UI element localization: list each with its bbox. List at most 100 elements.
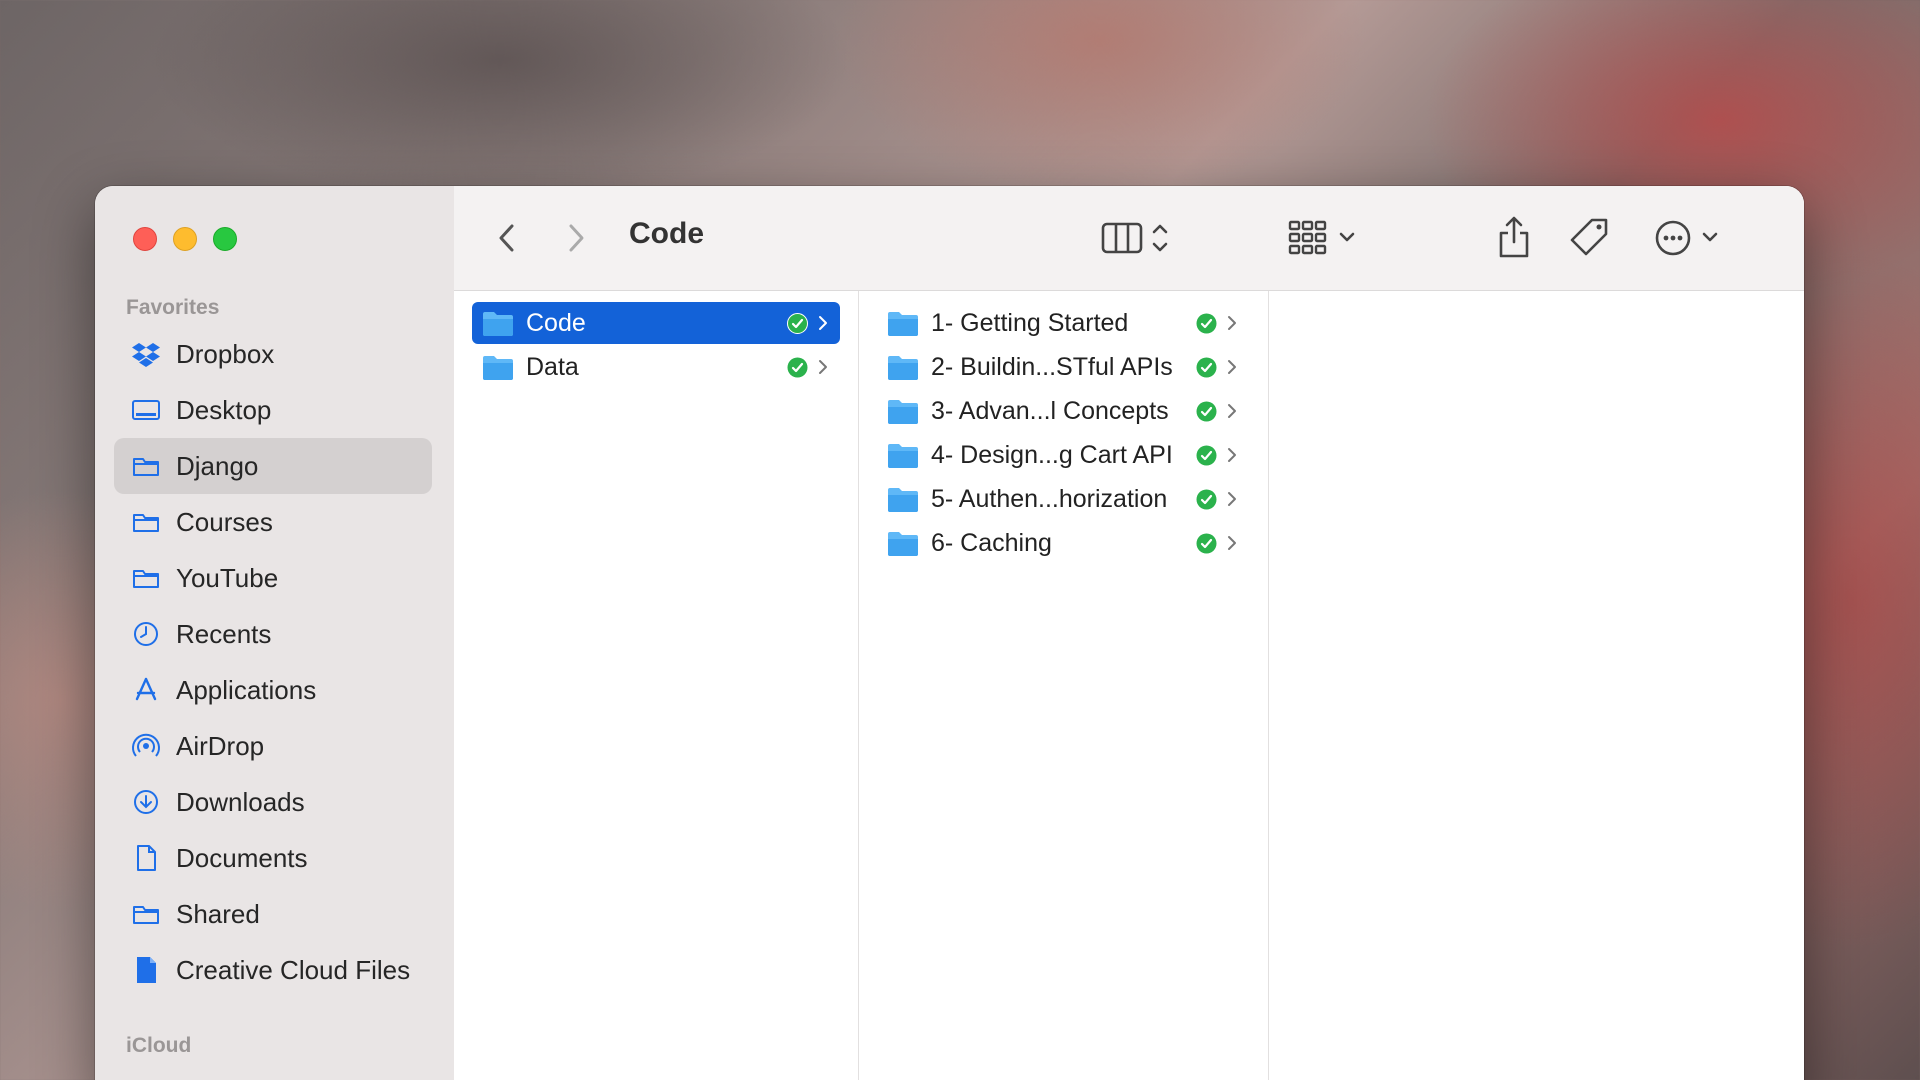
view-mode-button[interactable] <box>1099 218 1179 258</box>
chevron-left-icon <box>499 224 514 252</box>
chevron-right-icon <box>1228 316 1236 330</box>
folder-icon <box>888 400 918 424</box>
browser-column-1: Code Data <box>454 291 859 1080</box>
chevron-right-icon <box>1228 492 1236 506</box>
chevron-right-icon <box>569 224 584 252</box>
folder-icon <box>888 488 918 512</box>
sidebar-item-label: AirDrop <box>176 730 265 761</box>
item-label: 2- Buildin...STful APIs <box>931 352 1173 381</box>
back-button[interactable] <box>492 220 522 256</box>
tag-button[interactable] <box>1567 216 1613 260</box>
ellipsis-circle-icon <box>1655 220 1718 256</box>
dropbox-icon <box>130 338 162 370</box>
sidebar-item-airdrop[interactable]: AirDrop <box>114 718 432 774</box>
folder-icon <box>483 356 513 380</box>
folder-icon <box>130 450 162 482</box>
sidebar-item-documents[interactable]: Documents <box>114 830 432 886</box>
close-button[interactable] <box>133 227 157 251</box>
sidebar-item-label: Shared <box>176 898 260 929</box>
chevron-right-icon <box>1228 404 1236 418</box>
share-button[interactable] <box>1494 214 1534 260</box>
minimize-button[interactable] <box>173 227 197 251</box>
sidebar-item-label: Dropbox <box>176 338 275 369</box>
folder-icon <box>888 312 918 336</box>
sidebar-item-youtube[interactable]: YouTube <box>114 550 432 606</box>
list-item[interactable]: 6- Caching <box>877 522 1249 564</box>
sidebar-item-django[interactable]: Django <box>114 438 432 494</box>
window-title: Code <box>629 217 704 250</box>
browser-column-2: 1- Getting Started 2- Buildin...STful AP… <box>859 291 1269 1080</box>
creative-cloud-file-icon <box>130 954 162 986</box>
chevron-right-icon <box>819 360 827 374</box>
favorites-list: Dropbox Desktop Django Courses YouTube R… <box>114 326 432 998</box>
sync-check-icon <box>1196 533 1217 553</box>
column-view-icon <box>1101 222 1168 254</box>
chevron-right-icon <box>1228 536 1236 550</box>
zoom-button[interactable] <box>213 227 237 251</box>
folder-icon <box>130 506 162 538</box>
document-icon <box>130 842 162 874</box>
chevron-right-icon <box>819 316 827 330</box>
item-label: 3- Advan...l Concepts <box>931 396 1169 425</box>
chevron-right-icon <box>1228 448 1236 462</box>
sidebar-item-label: Django <box>176 450 259 481</box>
finder-window: Favorites Dropbox Desktop Django Courses… <box>95 186 1804 1080</box>
sidebar-item-label: Desktop <box>176 394 272 425</box>
item-label: 5- Authen...horization <box>931 484 1168 513</box>
sidebar-item-creative-cloud-files[interactable]: Creative Cloud Files <box>114 942 432 998</box>
list-item-code[interactable]: Code <box>472 302 840 344</box>
more-actions-button[interactable] <box>1653 218 1733 258</box>
sidebar-item-label: Recents <box>176 618 272 649</box>
sidebar-item-courses[interactable]: Courses <box>114 494 432 550</box>
item-label: 4- Design...g Cart API <box>931 440 1173 469</box>
grid-group-icon <box>1288 220 1355 255</box>
main-area: Code Code Data 1- Getting Started 2- Bui… <box>454 186 1804 1080</box>
folder-icon <box>888 444 918 468</box>
sync-check-icon <box>1196 489 1217 509</box>
group-by-button[interactable] <box>1286 218 1366 258</box>
tag-icon <box>1570 218 1608 256</box>
airdrop-icon <box>130 730 162 762</box>
clock-icon <box>130 618 162 650</box>
sidebar-item-label: YouTube <box>176 562 279 593</box>
folder-icon <box>130 562 162 594</box>
sidebar-item-recents[interactable]: Recents <box>114 606 432 662</box>
sidebar-item-applications[interactable]: Applications <box>114 662 432 718</box>
folder-icon <box>483 312 513 336</box>
folder-icon <box>888 532 918 556</box>
sidebar-item-label: Downloads <box>176 786 305 817</box>
applications-icon <box>130 674 162 706</box>
download-icon <box>130 786 162 818</box>
sync-check-icon <box>1196 401 1217 421</box>
shared-folder-icon <box>130 898 162 930</box>
share-icon <box>1499 216 1529 258</box>
sidebar-item-label: Courses <box>176 506 273 537</box>
list-item[interactable]: 2- Buildin...STful APIs <box>877 346 1249 388</box>
folder-icon <box>888 356 918 380</box>
item-label: 6- Caching <box>931 528 1052 557</box>
icloud-heading: iCloud <box>126 1034 192 1057</box>
list-item[interactable]: 3- Advan...l Concepts <box>877 390 1249 432</box>
sidebar-item-shared[interactable]: Shared <box>114 886 432 942</box>
item-label: Data <box>526 352 579 381</box>
desktop-icon <box>130 394 162 426</box>
sync-check-icon <box>1196 445 1217 465</box>
sidebar-item-dropbox[interactable]: Dropbox <box>114 326 432 382</box>
forward-button[interactable] <box>561 220 591 256</box>
list-item[interactable]: 5- Authen...horization <box>877 478 1249 520</box>
sidebar-item-label: Documents <box>176 842 308 873</box>
toolbar: Code <box>454 186 1804 291</box>
list-item-data[interactable]: Data <box>472 346 840 388</box>
sidebar-item-label: Creative Cloud Files <box>176 954 411 985</box>
sync-check-icon <box>787 312 808 334</box>
sidebar-item-downloads[interactable]: Downloads <box>114 774 432 830</box>
sidebar-item-desktop[interactable]: Desktop <box>114 382 432 438</box>
sync-check-icon <box>1196 357 1217 377</box>
sidebar: Favorites Dropbox Desktop Django Courses… <box>95 186 455 1080</box>
sync-check-icon <box>1196 313 1217 333</box>
item-label: Code <box>526 308 586 337</box>
item-label: 1- Getting Started <box>931 308 1129 337</box>
list-item[interactable]: 4- Design...g Cart API <box>877 434 1249 476</box>
browser-column-3-empty <box>1269 291 1804 1080</box>
list-item[interactable]: 1- Getting Started <box>877 302 1249 344</box>
